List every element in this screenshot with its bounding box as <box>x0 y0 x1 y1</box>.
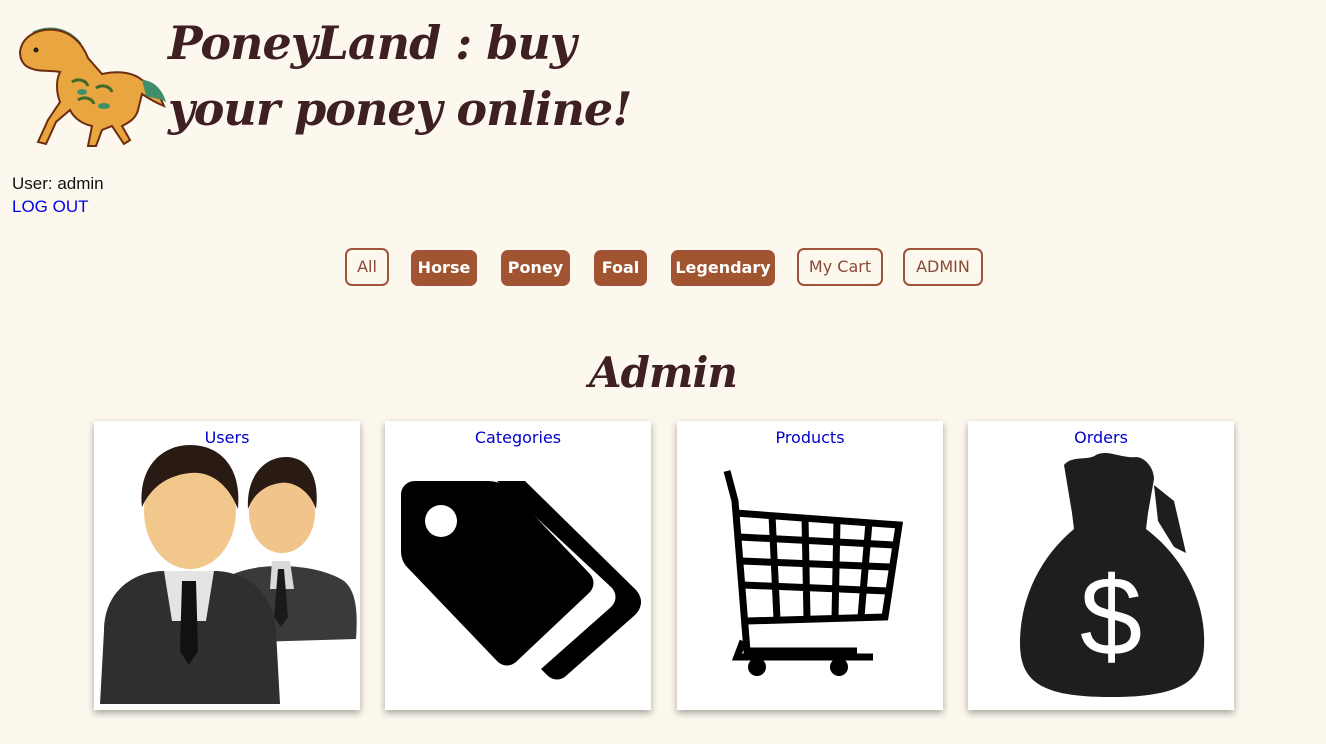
admin-card-users[interactable]: Users <box>94 421 360 710</box>
shopping-cart-icon <box>723 470 904 676</box>
admin-card-orders[interactable]: $ Orders <box>968 421 1234 710</box>
category-nav: All Horse Poney Foal Legendary My Cart A… <box>0 248 1326 290</box>
site-title: PoneyLand : buy your poney online! <box>168 16 632 136</box>
logout-link[interactable]: LOG OUT <box>12 195 89 218</box>
card-users-link[interactable]: Users <box>94 428 360 447</box>
nav-legendary-button[interactable]: Legendary <box>671 250 775 286</box>
horse-logo-icon <box>12 22 166 152</box>
users-icon <box>100 445 357 704</box>
card-categories-link[interactable]: Categories <box>385 428 651 447</box>
tags-icon <box>401 481 641 680</box>
admin-card-categories[interactable]: Categories <box>385 421 651 710</box>
money-bag-icon: $ <box>1020 453 1205 697</box>
nav-all-button[interactable]: All <box>345 248 389 286</box>
nav-foal-button[interactable]: Foal <box>594 250 647 286</box>
card-orders-link[interactable]: Orders <box>968 428 1234 447</box>
svg-text:$: $ <box>1080 554 1142 679</box>
page-title: Admin <box>589 348 738 397</box>
nav-admin-button[interactable]: ADMIN <box>903 248 983 286</box>
nav-horse-button[interactable]: Horse <box>411 250 477 286</box>
admin-card-products[interactable]: Products <box>677 421 943 710</box>
card-products-link[interactable]: Products <box>677 428 943 447</box>
current-user: User: admin <box>12 174 104 193</box>
nav-poney-button[interactable]: Poney <box>501 250 570 286</box>
nav-my-cart-button[interactable]: My Cart <box>797 248 883 286</box>
